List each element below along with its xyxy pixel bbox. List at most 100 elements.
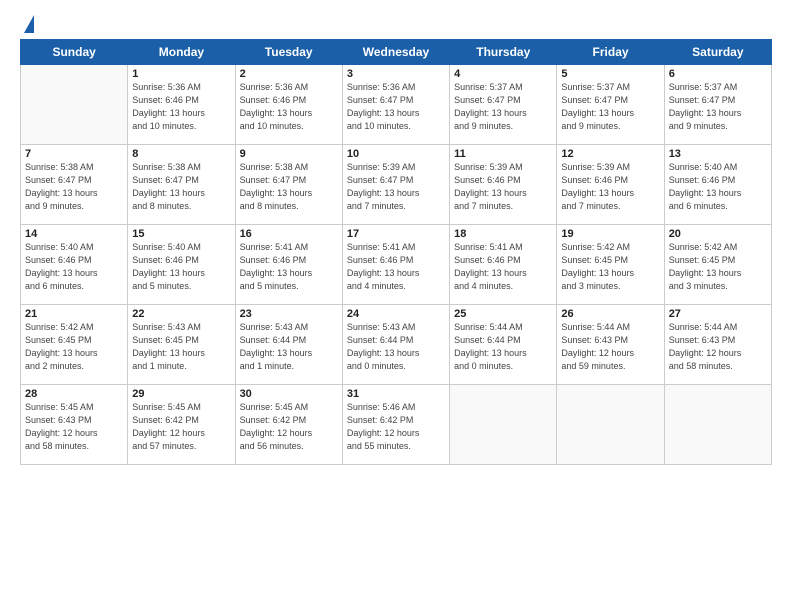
calendar-cell: 15Sunrise: 5:40 AM Sunset: 6:46 PM Dayli… [128, 225, 235, 305]
day-header-saturday: Saturday [664, 40, 771, 65]
calendar-cell: 9Sunrise: 5:38 AM Sunset: 6:47 PM Daylig… [235, 145, 342, 225]
day-info: Sunrise: 5:40 AM Sunset: 6:46 PM Dayligh… [669, 161, 767, 213]
calendar-cell: 19Sunrise: 5:42 AM Sunset: 6:45 PM Dayli… [557, 225, 664, 305]
calendar-cell: 6Sunrise: 5:37 AM Sunset: 6:47 PM Daylig… [664, 65, 771, 145]
calendar-cell: 12Sunrise: 5:39 AM Sunset: 6:46 PM Dayli… [557, 145, 664, 225]
day-info: Sunrise: 5:37 AM Sunset: 6:47 PM Dayligh… [561, 81, 659, 133]
week-row-1: 1Sunrise: 5:36 AM Sunset: 6:46 PM Daylig… [21, 65, 772, 145]
week-row-3: 14Sunrise: 5:40 AM Sunset: 6:46 PM Dayli… [21, 225, 772, 305]
day-header-wednesday: Wednesday [342, 40, 449, 65]
calendar-cell: 1Sunrise: 5:36 AM Sunset: 6:46 PM Daylig… [128, 65, 235, 145]
day-info: Sunrise: 5:44 AM Sunset: 6:44 PM Dayligh… [454, 321, 552, 373]
day-number: 16 [240, 228, 338, 240]
day-info: Sunrise: 5:41 AM Sunset: 6:46 PM Dayligh… [240, 241, 338, 293]
day-number: 4 [454, 68, 552, 80]
day-info: Sunrise: 5:45 AM Sunset: 6:42 PM Dayligh… [132, 401, 230, 453]
day-number: 12 [561, 148, 659, 160]
day-info: Sunrise: 5:45 AM Sunset: 6:42 PM Dayligh… [240, 401, 338, 453]
day-number: 31 [347, 388, 445, 400]
calendar-cell: 8Sunrise: 5:38 AM Sunset: 6:47 PM Daylig… [128, 145, 235, 225]
calendar-cell: 3Sunrise: 5:36 AM Sunset: 6:47 PM Daylig… [342, 65, 449, 145]
day-header-friday: Friday [557, 40, 664, 65]
calendar-cell: 29Sunrise: 5:45 AM Sunset: 6:42 PM Dayli… [128, 385, 235, 465]
calendar-cell [450, 385, 557, 465]
calendar-cell: 2Sunrise: 5:36 AM Sunset: 6:46 PM Daylig… [235, 65, 342, 145]
day-info: Sunrise: 5:37 AM Sunset: 6:47 PM Dayligh… [454, 81, 552, 133]
day-number: 22 [132, 308, 230, 320]
calendar-cell: 7Sunrise: 5:38 AM Sunset: 6:47 PM Daylig… [21, 145, 128, 225]
day-info: Sunrise: 5:44 AM Sunset: 6:43 PM Dayligh… [561, 321, 659, 373]
day-info: Sunrise: 5:39 AM Sunset: 6:46 PM Dayligh… [454, 161, 552, 213]
calendar-cell: 18Sunrise: 5:41 AM Sunset: 6:46 PM Dayli… [450, 225, 557, 305]
week-row-5: 28Sunrise: 5:45 AM Sunset: 6:43 PM Dayli… [21, 385, 772, 465]
day-info: Sunrise: 5:36 AM Sunset: 6:46 PM Dayligh… [240, 81, 338, 133]
day-number: 26 [561, 308, 659, 320]
calendar-cell: 11Sunrise: 5:39 AM Sunset: 6:46 PM Dayli… [450, 145, 557, 225]
calendar-cell: 31Sunrise: 5:46 AM Sunset: 6:42 PM Dayli… [342, 385, 449, 465]
day-number: 28 [25, 388, 123, 400]
calendar-cell: 20Sunrise: 5:42 AM Sunset: 6:45 PM Dayli… [664, 225, 771, 305]
calendar-table: SundayMondayTuesdayWednesdayThursdayFrid… [20, 39, 772, 465]
day-number: 6 [669, 68, 767, 80]
day-info: Sunrise: 5:43 AM Sunset: 6:44 PM Dayligh… [240, 321, 338, 373]
day-info: Sunrise: 5:43 AM Sunset: 6:44 PM Dayligh… [347, 321, 445, 373]
day-info: Sunrise: 5:40 AM Sunset: 6:46 PM Dayligh… [132, 241, 230, 293]
day-number: 13 [669, 148, 767, 160]
day-info: Sunrise: 5:40 AM Sunset: 6:46 PM Dayligh… [25, 241, 123, 293]
day-number: 17 [347, 228, 445, 240]
day-number: 21 [25, 308, 123, 320]
day-header-sunday: Sunday [21, 40, 128, 65]
page: SundayMondayTuesdayWednesdayThursdayFrid… [0, 0, 792, 612]
calendar-cell: 13Sunrise: 5:40 AM Sunset: 6:46 PM Dayli… [664, 145, 771, 225]
header [20, 18, 772, 31]
calendar-cell [557, 385, 664, 465]
day-number: 8 [132, 148, 230, 160]
day-number: 30 [240, 388, 338, 400]
calendar-cell: 24Sunrise: 5:43 AM Sunset: 6:44 PM Dayli… [342, 305, 449, 385]
calendar-cell: 5Sunrise: 5:37 AM Sunset: 6:47 PM Daylig… [557, 65, 664, 145]
day-info: Sunrise: 5:38 AM Sunset: 6:47 PM Dayligh… [240, 161, 338, 213]
day-number: 29 [132, 388, 230, 400]
day-header-tuesday: Tuesday [235, 40, 342, 65]
day-number: 27 [669, 308, 767, 320]
calendar-cell: 16Sunrise: 5:41 AM Sunset: 6:46 PM Dayli… [235, 225, 342, 305]
day-number: 18 [454, 228, 552, 240]
day-info: Sunrise: 5:45 AM Sunset: 6:43 PM Dayligh… [25, 401, 123, 453]
day-info: Sunrise: 5:36 AM Sunset: 6:46 PM Dayligh… [132, 81, 230, 133]
day-info: Sunrise: 5:41 AM Sunset: 6:46 PM Dayligh… [454, 241, 552, 293]
calendar-cell: 14Sunrise: 5:40 AM Sunset: 6:46 PM Dayli… [21, 225, 128, 305]
day-info: Sunrise: 5:43 AM Sunset: 6:45 PM Dayligh… [132, 321, 230, 373]
calendar-cell: 28Sunrise: 5:45 AM Sunset: 6:43 PM Dayli… [21, 385, 128, 465]
day-info: Sunrise: 5:42 AM Sunset: 6:45 PM Dayligh… [561, 241, 659, 293]
day-number: 15 [132, 228, 230, 240]
day-number: 14 [25, 228, 123, 240]
day-number: 11 [454, 148, 552, 160]
calendar-header: SundayMondayTuesdayWednesdayThursdayFrid… [21, 40, 772, 65]
calendar-cell: 23Sunrise: 5:43 AM Sunset: 6:44 PM Dayli… [235, 305, 342, 385]
day-number: 2 [240, 68, 338, 80]
day-header-monday: Monday [128, 40, 235, 65]
day-number: 25 [454, 308, 552, 320]
calendar-cell: 30Sunrise: 5:45 AM Sunset: 6:42 PM Dayli… [235, 385, 342, 465]
week-row-2: 7Sunrise: 5:38 AM Sunset: 6:47 PM Daylig… [21, 145, 772, 225]
day-number: 19 [561, 228, 659, 240]
week-row-4: 21Sunrise: 5:42 AM Sunset: 6:45 PM Dayli… [21, 305, 772, 385]
day-info: Sunrise: 5:38 AM Sunset: 6:47 PM Dayligh… [132, 161, 230, 213]
calendar-cell: 22Sunrise: 5:43 AM Sunset: 6:45 PM Dayli… [128, 305, 235, 385]
calendar-body: 1Sunrise: 5:36 AM Sunset: 6:46 PM Daylig… [21, 65, 772, 465]
calendar-cell [21, 65, 128, 145]
header-row: SundayMondayTuesdayWednesdayThursdayFrid… [21, 40, 772, 65]
calendar-cell: 17Sunrise: 5:41 AM Sunset: 6:46 PM Dayli… [342, 225, 449, 305]
day-info: Sunrise: 5:41 AM Sunset: 6:46 PM Dayligh… [347, 241, 445, 293]
day-number: 1 [132, 68, 230, 80]
day-info: Sunrise: 5:37 AM Sunset: 6:47 PM Dayligh… [669, 81, 767, 133]
day-number: 3 [347, 68, 445, 80]
calendar-cell: 21Sunrise: 5:42 AM Sunset: 6:45 PM Dayli… [21, 305, 128, 385]
calendar-cell: 27Sunrise: 5:44 AM Sunset: 6:43 PM Dayli… [664, 305, 771, 385]
logo-arrow-icon [24, 15, 34, 33]
day-info: Sunrise: 5:42 AM Sunset: 6:45 PM Dayligh… [25, 321, 123, 373]
day-number: 24 [347, 308, 445, 320]
day-header-thursday: Thursday [450, 40, 557, 65]
day-info: Sunrise: 5:39 AM Sunset: 6:46 PM Dayligh… [561, 161, 659, 213]
calendar-cell: 4Sunrise: 5:37 AM Sunset: 6:47 PM Daylig… [450, 65, 557, 145]
